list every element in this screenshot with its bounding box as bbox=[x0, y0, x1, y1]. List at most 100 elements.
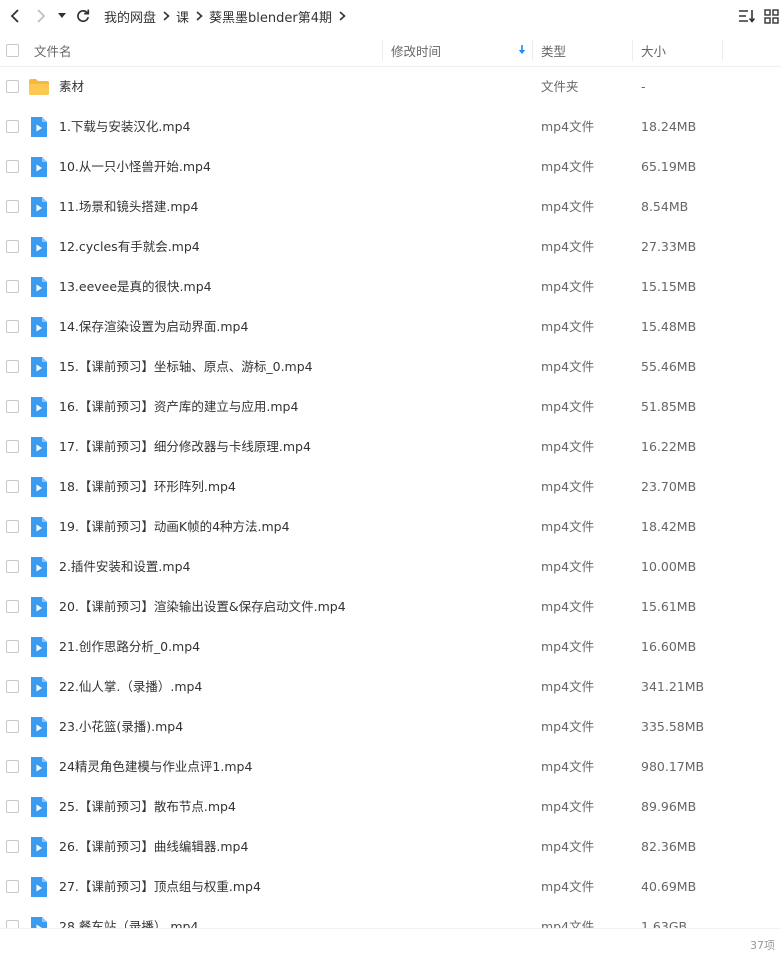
file-name[interactable]: 20.【课前预习】渲染输出设置&保存启动文件.mp4 bbox=[59, 587, 346, 627]
row-checkbox[interactable] bbox=[6, 760, 19, 773]
column-header-name[interactable]: 文件名 bbox=[34, 34, 379, 67]
file-name[interactable]: 26.【课前预习】曲线编辑器.mp4 bbox=[59, 827, 248, 867]
file-type: mp4文件 bbox=[541, 559, 595, 574]
column-divider[interactable] bbox=[382, 40, 383, 61]
file-row[interactable]: 17.【课前预习】细分修改器与卡线原理.mp4 mp4文件 16.22MB bbox=[0, 427, 781, 467]
column-divider[interactable] bbox=[532, 40, 533, 61]
column-divider[interactable] bbox=[632, 40, 633, 61]
file-name[interactable]: 15.【课前预习】坐标轴、原点、游标_0.mp4 bbox=[59, 347, 313, 387]
file-row[interactable]: 16.【课前预习】资产库的建立与应用.mp4 mp4文件 51.85MB bbox=[0, 387, 781, 427]
file-name[interactable]: 1.下载与安装汉化.mp4 bbox=[59, 107, 190, 147]
file-name[interactable]: 24精灵角色建模与作业点评1.mp4 bbox=[59, 747, 252, 787]
file-size: 18.24MB bbox=[641, 119, 697, 134]
file-type: mp4文件 bbox=[541, 479, 595, 494]
row-checkbox[interactable] bbox=[6, 240, 19, 253]
file-row[interactable]: 13.eevee是真的很快.mp4 mp4文件 15.15MB bbox=[0, 267, 781, 307]
row-checkbox[interactable] bbox=[6, 280, 19, 293]
row-checkbox[interactable] bbox=[6, 560, 19, 573]
row-checkbox[interactable] bbox=[6, 120, 19, 133]
column-header-label: 修改时间 bbox=[391, 44, 442, 59]
file-name[interactable]: 12.cycles有手就会.mp4 bbox=[59, 227, 200, 267]
row-checkbox[interactable] bbox=[6, 640, 19, 653]
breadcrumb-item[interactable]: 课 bbox=[176, 7, 189, 26]
file-name[interactable]: 14.保存渲染设置为启动界面.mp4 bbox=[59, 307, 248, 347]
file-row[interactable]: 24精灵角色建模与作业点评1.mp4 mp4文件 980.17MB bbox=[0, 747, 781, 787]
file-name[interactable]: 19.【课前预习】动画K帧的4种方法.mp4 bbox=[59, 507, 290, 547]
row-checkbox[interactable] bbox=[6, 680, 19, 693]
row-checkbox[interactable] bbox=[6, 520, 19, 533]
file-row[interactable]: 11.场景和镜头搭建.mp4 mp4文件 8.54MB bbox=[0, 187, 781, 227]
file-name[interactable]: 18.【课前预习】环形阵列.mp4 bbox=[59, 467, 236, 507]
row-checkbox[interactable] bbox=[6, 440, 19, 453]
select-all-checkbox[interactable] bbox=[6, 44, 19, 57]
file-size: 16.22MB bbox=[641, 439, 697, 454]
file-name[interactable]: 11.场景和镜头搭建.mp4 bbox=[59, 187, 198, 227]
row-checkbox[interactable] bbox=[6, 880, 19, 893]
view-mode-button[interactable] bbox=[761, 0, 781, 32]
row-checkbox[interactable] bbox=[6, 480, 19, 493]
column-header-label: 文件名 bbox=[34, 44, 72, 59]
file-size: 980.17MB bbox=[641, 759, 705, 774]
file-row[interactable]: 25.【课前预习】散布节点.mp4 mp4文件 89.96MB bbox=[0, 787, 781, 827]
file-row[interactable]: 20.【课前预习】渲染输出设置&保存启动文件.mp4 mp4文件 15.61MB bbox=[0, 587, 781, 627]
file-name[interactable]: 21.创作思路分析_0.mp4 bbox=[59, 627, 200, 667]
file-row[interactable]: 19.【课前预习】动画K帧的4种方法.mp4 mp4文件 18.42MB bbox=[0, 507, 781, 547]
row-checkbox[interactable] bbox=[6, 800, 19, 813]
row-checkbox[interactable] bbox=[6, 200, 19, 213]
file-name[interactable]: 17.【课前预习】细分修改器与卡线原理.mp4 bbox=[59, 427, 311, 467]
file-row[interactable]: 26.【课前预习】曲线编辑器.mp4 mp4文件 82.36MB bbox=[0, 827, 781, 867]
file-type: mp4文件 bbox=[541, 759, 595, 774]
file-row[interactable]: 22.仙人掌.（录播）.mp4 mp4文件 341.21MB bbox=[0, 667, 781, 707]
breadcrumb-item[interactable]: 葵黑墨blender第4期 bbox=[209, 7, 332, 26]
column-header-modified[interactable]: 修改时间 bbox=[391, 34, 531, 67]
row-checkbox[interactable] bbox=[6, 840, 19, 853]
row-checkbox[interactable] bbox=[6, 360, 19, 373]
file-row[interactable]: 27.【课前预习】顶点组与权重.mp4 mp4文件 40.69MB bbox=[0, 867, 781, 907]
file-row[interactable]: 21.创作思路分析_0.mp4 mp4文件 16.60MB bbox=[0, 627, 781, 667]
file-type: mp4文件 bbox=[541, 519, 595, 534]
row-checkbox[interactable] bbox=[6, 80, 19, 93]
row-checkbox[interactable] bbox=[6, 920, 19, 928]
column-header-size[interactable]: 大小 bbox=[641, 34, 721, 67]
video-file-icon bbox=[29, 917, 49, 928]
chevron-left-icon bbox=[10, 9, 19, 23]
file-type: mp4文件 bbox=[541, 599, 595, 614]
sort-menu-button[interactable] bbox=[736, 0, 758, 32]
file-name[interactable]: 2.插件安装和设置.mp4 bbox=[59, 547, 190, 587]
file-name[interactable]: 28.餐车站（录播）.mp4 bbox=[59, 907, 198, 928]
file-row[interactable]: 18.【课前预习】环形阵列.mp4 mp4文件 23.70MB bbox=[0, 467, 781, 507]
row-checkbox[interactable] bbox=[6, 400, 19, 413]
file-type: mp4文件 bbox=[541, 319, 595, 334]
forward-button[interactable] bbox=[28, 0, 54, 32]
row-checkbox[interactable] bbox=[6, 720, 19, 733]
file-row[interactable]: 15.【课前预习】坐标轴、原点、游标_0.mp4 mp4文件 55.46MB bbox=[0, 347, 781, 387]
file-name[interactable]: 27.【课前预习】顶点组与权重.mp4 bbox=[59, 867, 261, 907]
file-row[interactable]: 14.保存渲染设置为启动界面.mp4 mp4文件 15.48MB bbox=[0, 307, 781, 347]
file-size: 82.36MB bbox=[641, 839, 697, 854]
file-row[interactable]: 12.cycles有手就会.mp4 mp4文件 27.33MB bbox=[0, 227, 781, 267]
file-row[interactable]: 素材 文件夹 - bbox=[0, 67, 781, 107]
file-name[interactable]: 25.【课前预习】散布节点.mp4 bbox=[59, 787, 236, 827]
breadcrumb-item[interactable]: 我的网盘 bbox=[104, 7, 156, 26]
file-name[interactable]: 10.从一只小怪兽开始.mp4 bbox=[59, 147, 211, 187]
history-dropdown-button[interactable] bbox=[54, 0, 70, 32]
row-checkbox[interactable] bbox=[6, 320, 19, 333]
toolbar: 我的网盘 课 葵黑墨blender第4期 bbox=[0, 0, 781, 32]
refresh-button[interactable] bbox=[70, 0, 96, 32]
file-name[interactable]: 13.eevee是真的很快.mp4 bbox=[59, 267, 212, 307]
row-checkbox[interactable] bbox=[6, 600, 19, 613]
file-row[interactable]: 1.下载与安装汉化.mp4 mp4文件 18.24MB bbox=[0, 107, 781, 147]
file-row[interactable]: 28.餐车站（录播）.mp4 mp4文件 1.63GB bbox=[0, 907, 781, 928]
column-header-type[interactable]: 类型 bbox=[541, 34, 631, 67]
file-row[interactable]: 2.插件安装和设置.mp4 mp4文件 10.00MB bbox=[0, 547, 781, 587]
file-name[interactable]: 23.小花篮(录播).mp4 bbox=[59, 707, 183, 747]
file-row[interactable]: 10.从一只小怪兽开始.mp4 mp4文件 65.19MB bbox=[0, 147, 781, 187]
file-row[interactable]: 23.小花篮(录播).mp4 mp4文件 335.58MB bbox=[0, 707, 781, 747]
file-size: 65.19MB bbox=[641, 159, 697, 174]
back-button[interactable] bbox=[2, 0, 28, 32]
file-name[interactable]: 素材 bbox=[59, 67, 84, 107]
file-name[interactable]: 16.【课前预习】资产库的建立与应用.mp4 bbox=[59, 387, 298, 427]
row-checkbox[interactable] bbox=[6, 160, 19, 173]
file-name[interactable]: 22.仙人掌.（录播）.mp4 bbox=[59, 667, 202, 707]
column-divider[interactable] bbox=[722, 40, 723, 61]
